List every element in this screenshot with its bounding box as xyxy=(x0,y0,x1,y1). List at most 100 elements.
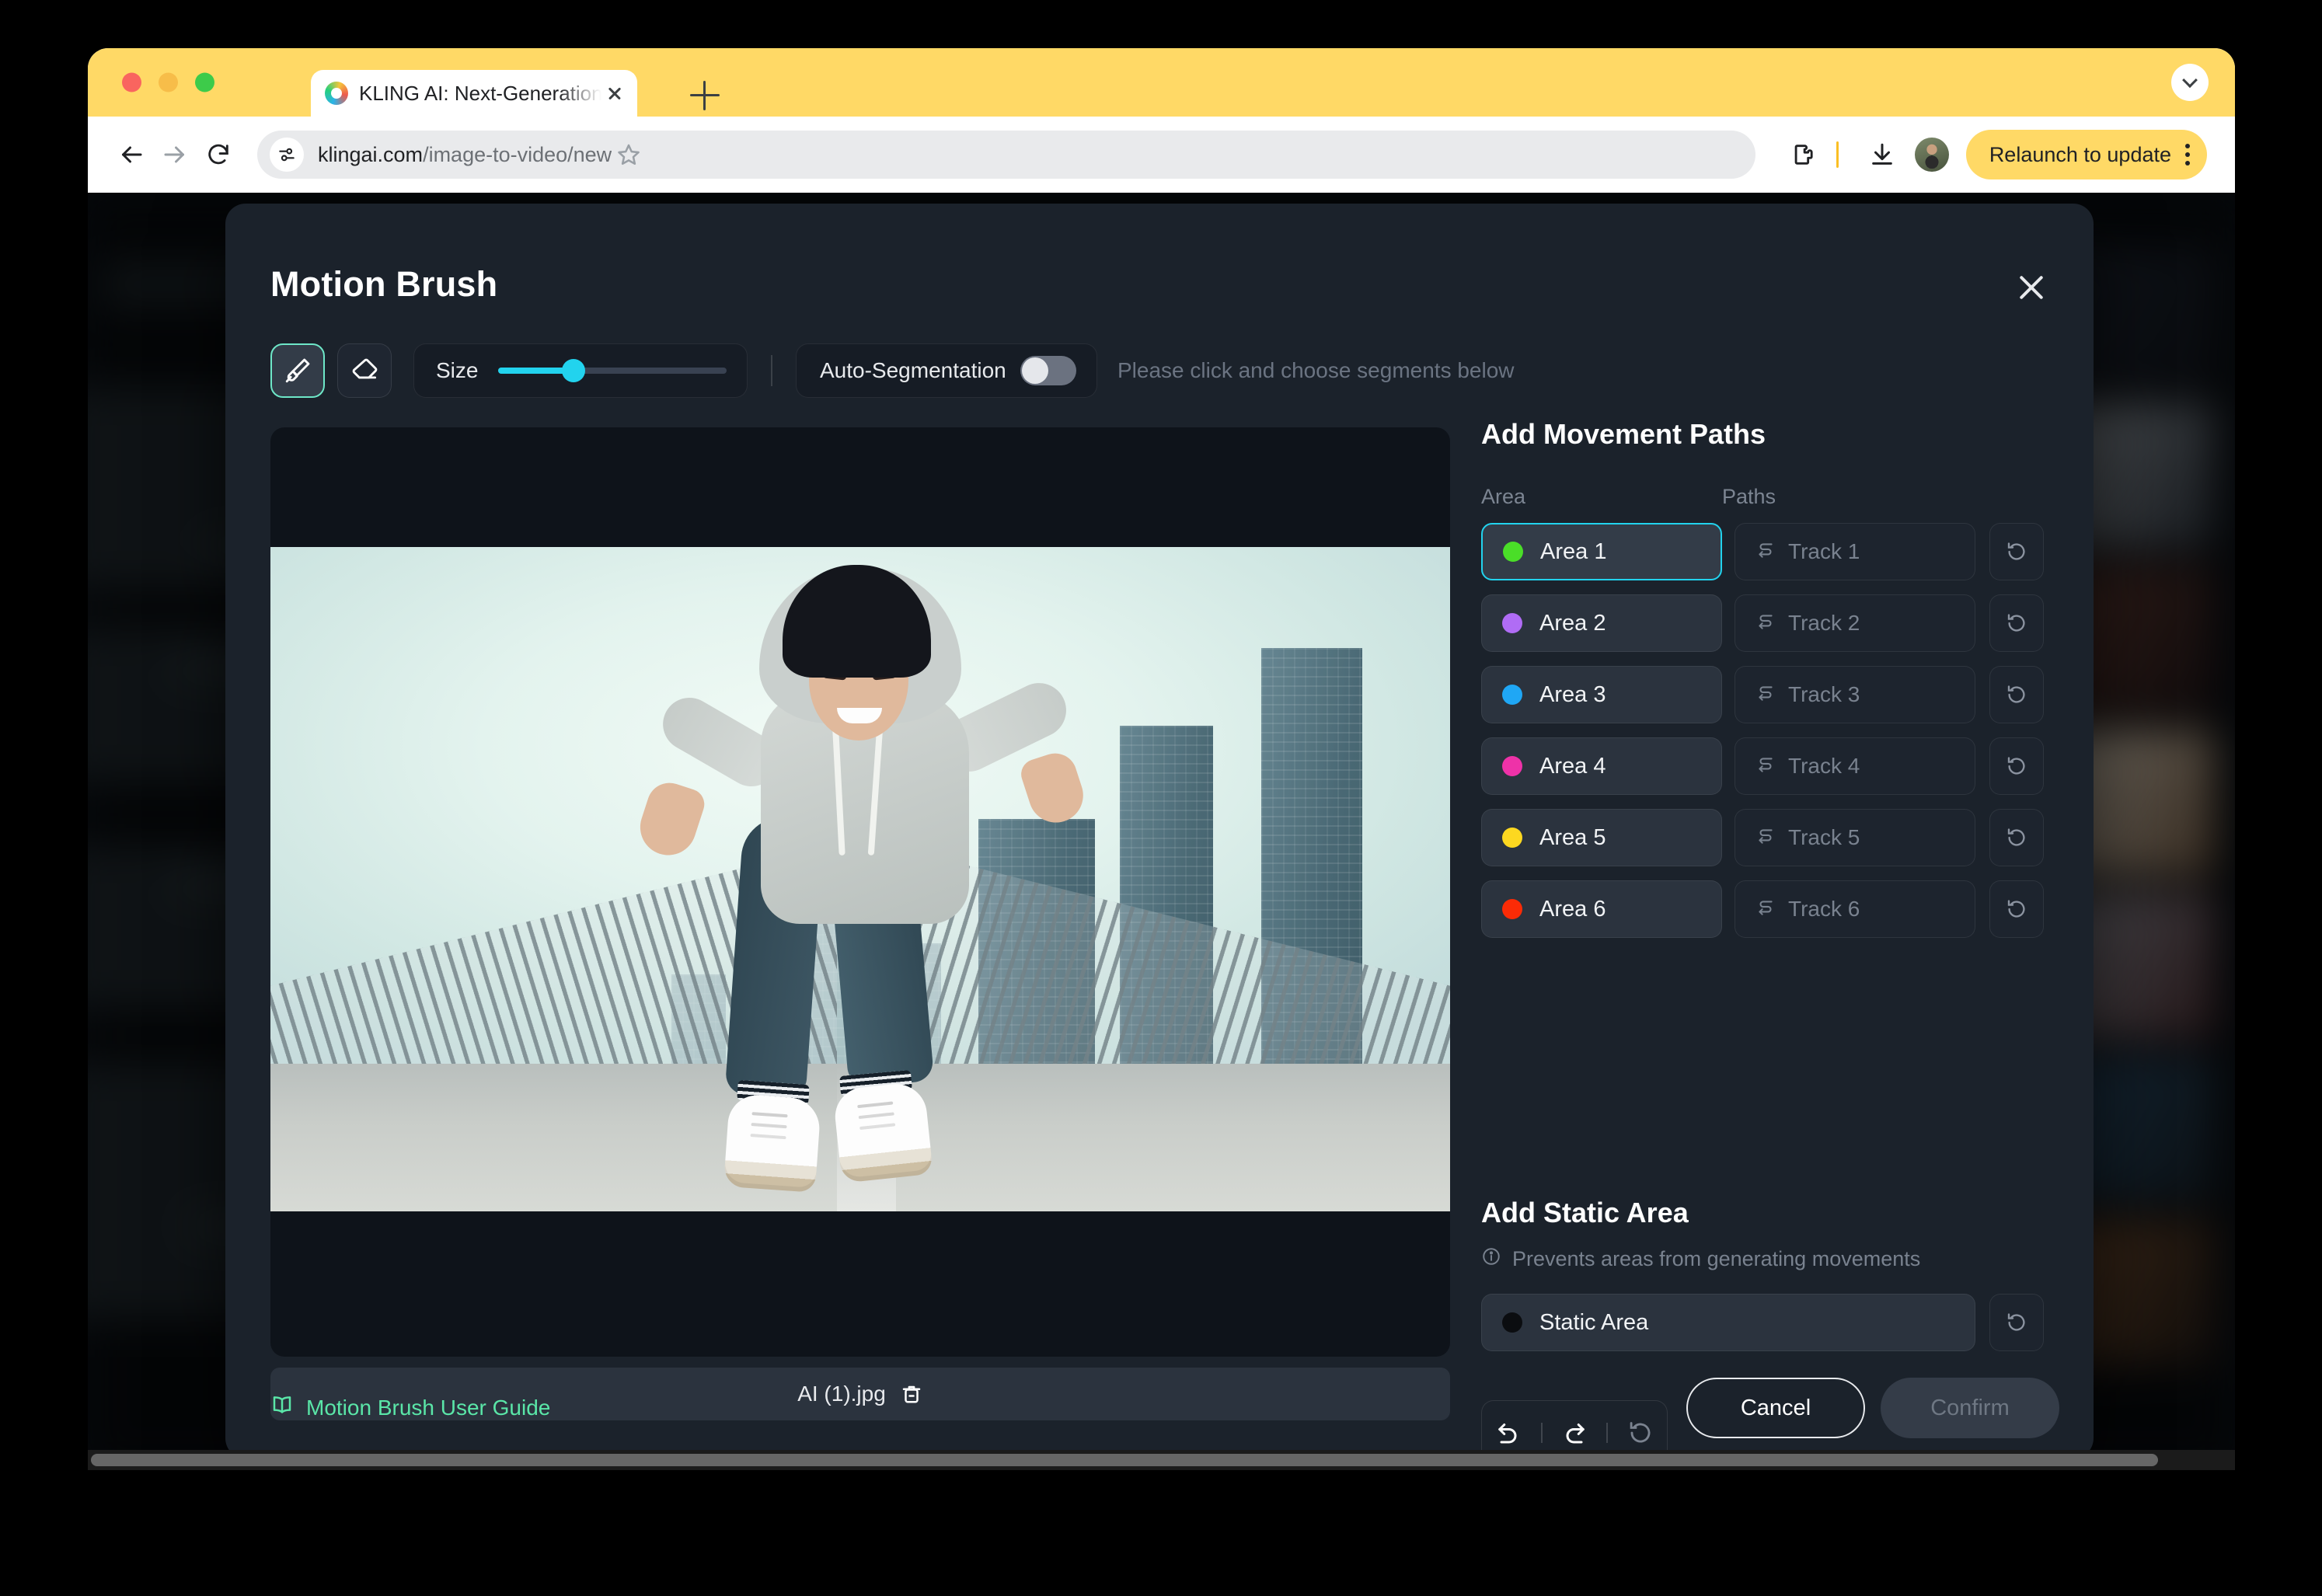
area-chip-5[interactable]: Area 5 xyxy=(1481,809,1722,866)
relaunch-to-update-button[interactable]: Relaunch to update xyxy=(1965,130,2207,179)
static-area-chip[interactable]: Static Area xyxy=(1481,1294,1975,1351)
kling-logo-icon xyxy=(325,82,348,105)
column-headers: Area Paths xyxy=(1481,485,2056,509)
window-traffic-lights xyxy=(122,72,214,92)
browser-tab[interactable]: KLING AI: Next-Generation AI xyxy=(311,70,637,117)
address-bar[interactable]: klingai.com/image-to-video/new xyxy=(257,131,1755,179)
brush-size-slider[interactable] xyxy=(498,359,727,382)
reset-icon[interactable] xyxy=(1989,880,2044,938)
image-stage xyxy=(270,427,1450,1357)
table-row: Area 5 Track 5 xyxy=(1481,809,2056,866)
track-input-6[interactable]: Track 6 xyxy=(1735,880,1975,938)
area-chip-6[interactable]: Area 6 xyxy=(1481,880,1722,938)
horizontal-scrollbar[interactable] xyxy=(88,1450,2235,1470)
track-path-icon xyxy=(1755,540,1776,564)
movement-paths-panel: Add Movement Paths Area Paths Area 1 Tra… xyxy=(1481,418,2056,938)
track-input-1[interactable]: Track 1 xyxy=(1735,523,1975,580)
auto-segmentation-toggle[interactable] xyxy=(1020,356,1076,385)
area-label: Area 5 xyxy=(1539,824,1606,850)
back-arrow-icon[interactable] xyxy=(110,133,153,176)
table-row: Area 2 Track 2 xyxy=(1481,594,2056,652)
reset-icon[interactable] xyxy=(1989,809,2044,866)
download-icon[interactable] xyxy=(1862,134,1902,175)
area-color-dot xyxy=(1502,899,1522,919)
maximize-window-button[interactable] xyxy=(195,72,214,92)
table-row: Area 6 Track 6 xyxy=(1481,880,2056,938)
close-icon[interactable] xyxy=(2010,266,2053,309)
browser-toolbar: klingai.com/image-to-video/new Relaunch … xyxy=(88,117,2235,193)
page-viewport: Motion Brush Size Auto-Segmentation Plea… xyxy=(88,193,2235,1470)
track-input-5[interactable]: Track 5 xyxy=(1735,809,1975,866)
track-placeholder: Track 4 xyxy=(1788,754,1860,778)
static-area-label: Static Area xyxy=(1539,1309,1649,1335)
reset-icon[interactable] xyxy=(1989,666,2044,723)
static-area-row: Static Area xyxy=(1481,1294,2056,1351)
track-input-4[interactable]: Track 4 xyxy=(1735,737,1975,795)
table-row: Area 1 Track 1 xyxy=(1481,523,2056,580)
area-chip-3[interactable]: Area 3 xyxy=(1481,666,1722,723)
static-area-hint-text: Prevents areas from generating movements xyxy=(1512,1247,1921,1270)
reload-icon[interactable] xyxy=(197,133,240,176)
minimize-window-button[interactable] xyxy=(159,72,178,92)
motion-brush-modal: Motion Brush Size Auto-Segmentation Plea… xyxy=(225,204,2094,1458)
site-settings-icon[interactable] xyxy=(270,138,304,172)
confirm-button[interactable]: Confirm xyxy=(1881,1378,2059,1438)
track-path-icon xyxy=(1755,612,1776,636)
tab-title: KLING AI: Next-Generation AI xyxy=(359,81,601,105)
area-color-dot xyxy=(1502,828,1522,848)
table-row: Area 3 Track 3 xyxy=(1481,666,2056,723)
track-path-icon xyxy=(1755,754,1776,779)
star-icon[interactable] xyxy=(612,138,646,172)
area-chip-2[interactable]: Area 2 xyxy=(1481,594,1722,652)
avatar-icon[interactable] xyxy=(1914,138,1949,172)
track-path-icon xyxy=(1755,897,1776,922)
brush-size-control[interactable]: Size xyxy=(413,343,748,398)
track-placeholder: Track 2 xyxy=(1788,611,1860,635)
close-icon[interactable] xyxy=(601,80,628,106)
reset-icon[interactable] xyxy=(1989,737,2044,795)
static-area-hint: Prevents areas from generating movements xyxy=(1481,1246,2056,1272)
area-color-dot xyxy=(1503,542,1523,562)
track-input-3[interactable]: Track 3 xyxy=(1735,666,1975,723)
static-color-dot xyxy=(1502,1312,1522,1333)
auto-segmentation-label: Auto-Segmentation xyxy=(820,358,1006,382)
area-label: Area 4 xyxy=(1539,753,1606,779)
reset-icon[interactable] xyxy=(1989,1294,2044,1351)
scrollbar-thumb[interactable] xyxy=(91,1454,2158,1466)
area-color-dot xyxy=(1502,685,1522,705)
area-label: Area 1 xyxy=(1540,538,1607,564)
forward-arrow-icon[interactable] xyxy=(153,133,197,176)
chevron-down-icon[interactable] xyxy=(2171,64,2209,101)
track-input-2[interactable]: Track 2 xyxy=(1735,594,1975,652)
motion-brush-user-guide-link[interactable]: Motion Brush User Guide xyxy=(270,1393,550,1422)
divider xyxy=(771,355,772,386)
user-guide-label: Motion Brush User Guide xyxy=(306,1395,551,1420)
cancel-button[interactable]: Cancel xyxy=(1686,1378,1865,1438)
area-color-dot xyxy=(1502,756,1522,776)
slider-handle[interactable] xyxy=(562,359,586,382)
reset-icon[interactable] xyxy=(1989,594,2044,652)
area-label: Area 2 xyxy=(1539,610,1606,636)
area-chip-1[interactable]: Area 1 xyxy=(1481,523,1722,580)
extensions-puzzle-icon[interactable] xyxy=(1783,134,1824,175)
image-canvas[interactable] xyxy=(270,547,1450,1211)
more-vertical-icon[interactable] xyxy=(2185,144,2190,166)
track-path-icon xyxy=(1755,683,1776,707)
url-path: /image-to-video/new xyxy=(423,142,612,166)
column-header-area: Area xyxy=(1481,485,1526,508)
close-window-button[interactable] xyxy=(122,72,141,92)
new-tab-button[interactable] xyxy=(690,81,720,110)
modal-footer: Motion Brush User Guide Cancel Confirm xyxy=(225,1356,2094,1458)
auto-segmentation-hint: Please click and choose segments below xyxy=(1117,358,1515,382)
auto-segmentation-control[interactable]: Auto-Segmentation xyxy=(796,343,1097,398)
area-label: Area 6 xyxy=(1539,896,1606,922)
brush-toolbar: Size Auto-Segmentation Please click and … xyxy=(270,343,1515,398)
brush-tool-button[interactable] xyxy=(270,343,325,398)
info-icon xyxy=(1481,1246,1501,1272)
reset-icon[interactable] xyxy=(1989,523,2044,580)
toolbar-divider xyxy=(1836,141,1839,168)
static-area-panel: Add Static Area Prevents areas from gene… xyxy=(1481,1197,2056,1351)
eraser-tool-button[interactable] xyxy=(337,343,392,398)
movement-paths-title: Add Movement Paths xyxy=(1481,418,1766,450)
area-chip-4[interactable]: Area 4 xyxy=(1481,737,1722,795)
